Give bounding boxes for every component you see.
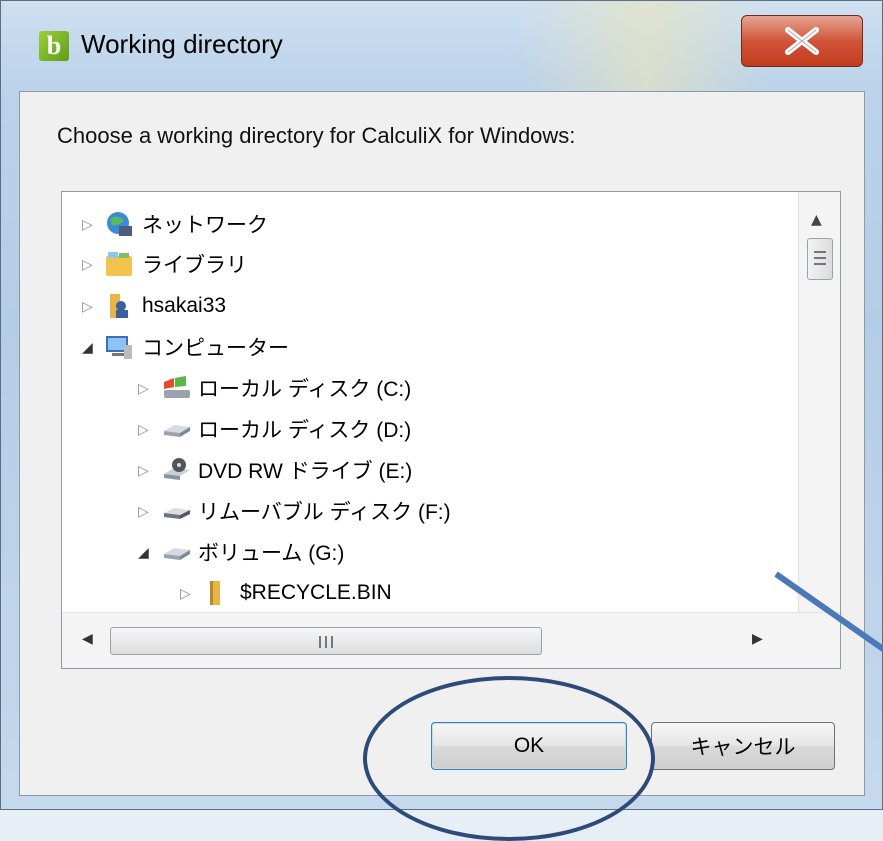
title-bar[interactable]: b Working directory <box>1 1 883 91</box>
network-icon <box>104 210 136 238</box>
tree-item-drive-d[interactable]: ▷ ローカル ディスク (D:) <box>138 409 411 449</box>
folder-tree[interactable]: ▷ ネットワーク ▷ ライブラリ ▷ hsakai33 ◢ コンピューター ▷ … <box>61 191 841 669</box>
close-icon <box>785 27 819 55</box>
close-button[interactable] <box>741 15 863 67</box>
tree-item-label: ライブラリ <box>142 254 247 277</box>
horizontal-scroll-thumb[interactable] <box>110 627 542 655</box>
hard-drive-icon <box>160 415 192 443</box>
expand-arrow-icon[interactable]: ▷ <box>138 503 160 520</box>
expand-arrow-icon[interactable]: ▷ <box>138 462 160 479</box>
scroll-left-icon[interactable]: ◀ <box>82 631 93 647</box>
prompt-text: Choose a working directory for CalculiX … <box>57 123 576 148</box>
tree-item-label: DVD RW ドライブ (E:) <box>198 460 413 483</box>
expand-arrow-icon[interactable]: ▷ <box>138 421 160 438</box>
tree-item-drive-e[interactable]: ▷ DVD RW ドライブ (E:) <box>138 450 412 490</box>
expand-arrow-icon[interactable]: ▷ <box>82 256 104 273</box>
computer-icon <box>104 333 136 361</box>
tree-item-label: ボリューム (G:) <box>198 542 345 565</box>
user-folder-icon <box>104 292 136 320</box>
library-icon <box>104 250 136 278</box>
tree-item-label: $RECYCLE.BIN <box>240 581 392 604</box>
dvd-drive-icon <box>160 456 192 484</box>
window-frame: b Working directory Choose a working dir… <box>0 0 883 841</box>
expand-arrow-icon[interactable]: ▷ <box>180 585 202 602</box>
tree-item-drive-c[interactable]: ▷ ローカル ディスク (C:) <box>138 368 411 408</box>
scroll-right-icon[interactable]: ▶ <box>752 631 763 647</box>
expand-arrow-icon[interactable]: ▷ <box>82 216 104 233</box>
tree-item-label: ネットワーク <box>142 214 268 237</box>
tree-item-drive-g[interactable]: ◢ ボリューム (G:) <box>138 532 344 572</box>
folder-icon <box>202 579 234 607</box>
horizontal-scrollbar[interactable]: ◀ ▶ <box>62 612 840 668</box>
tree-item-label: リムーバブル ディスク (F:) <box>198 501 451 524</box>
tree-item-label: ローカル ディスク (C:) <box>198 378 412 401</box>
vertical-scroll-thumb[interactable] <box>807 238 833 280</box>
window-title: Working directory <box>81 29 283 59</box>
collapse-arrow-icon[interactable]: ◢ <box>82 339 104 356</box>
scroll-up-icon[interactable]: ▲ <box>811 212 822 228</box>
ok-button[interactable]: OK <box>431 722 627 770</box>
tree-item-label: ローカル ディスク (D:) <box>198 419 412 442</box>
vertical-scrollbar[interactable]: ▲ <box>798 192 840 612</box>
expand-arrow-icon[interactable]: ▷ <box>82 298 104 315</box>
app-icon: b <box>39 31 69 61</box>
cancel-button[interactable]: キャンセル <box>651 722 835 770</box>
expand-arrow-icon[interactable]: ▷ <box>138 380 160 397</box>
removable-drive-icon <box>160 497 192 525</box>
tree-item-drive-f[interactable]: ▷ リムーバブル ディスク (F:) <box>138 491 451 531</box>
collapse-arrow-icon[interactable]: ◢ <box>138 544 160 561</box>
tree-item-network[interactable]: ▷ ネットワーク <box>82 204 268 244</box>
tree-item-recycle-bin[interactable]: ▷ $RECYCLE.BIN <box>180 573 392 613</box>
system-drive-icon <box>160 374 192 402</box>
hard-drive-icon <box>160 538 192 566</box>
tree-item-user[interactable]: ▷ hsakai33 <box>82 286 226 326</box>
tree-item-label: hsakai33 <box>142 294 227 317</box>
tree-item-computer[interactable]: ◢ コンピューター <box>82 327 289 367</box>
tree-item-label: コンピューター <box>142 337 289 360</box>
tree-item-library[interactable]: ▷ ライブラリ <box>82 244 247 284</box>
